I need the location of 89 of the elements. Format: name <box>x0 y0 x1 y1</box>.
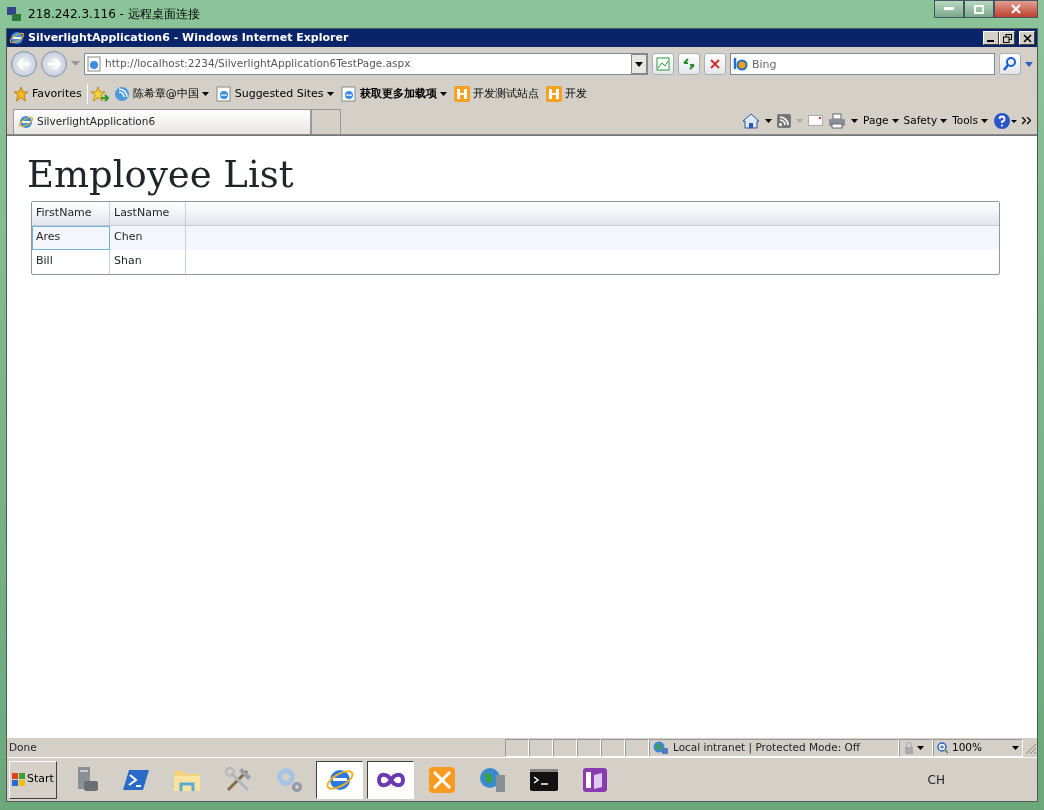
maximize-icon <box>974 4 984 14</box>
home-icon[interactable] <box>742 112 761 129</box>
search-box[interactable]: Bing <box>730 53 995 75</box>
minimize-icon <box>944 7 954 11</box>
command-menu-button[interactable]: Page <box>863 112 899 129</box>
dropdown-arrow-icon <box>891 118 899 123</box>
favorites-bar-link[interactable]: 获取更多加载项 <box>338 84 449 104</box>
column-header[interactable]: LastName <box>110 201 186 225</box>
maximize-button[interactable] <box>964 0 994 18</box>
ie-page-icon <box>215 86 232 102</box>
ie-logo-icon <box>9 30 25 46</box>
back-button[interactable] <box>11 51 37 77</box>
taskbar-app-button[interactable] <box>316 760 363 799</box>
taskbar-app-button[interactable] <box>367 760 414 799</box>
status-bar-pane <box>505 738 529 757</box>
close-icon <box>1011 4 1021 14</box>
globe-icon <box>653 740 669 755</box>
ie-page-icon <box>340 86 357 102</box>
status-bar-pane <box>553 738 577 757</box>
favorites-bar-link[interactable]: Suggested Sites <box>213 84 336 104</box>
refresh-icon <box>682 57 696 71</box>
dropdown-arrow-icon <box>1012 745 1019 750</box>
favorites-button[interactable]: Favorites <box>11 84 84 104</box>
security-zone-text: Local intranet | Protected Mode: Off <box>673 739 860 756</box>
windows-logo-icon <box>12 773 26 786</box>
table-cell: Bill <box>32 249 110 274</box>
tools-icon <box>426 764 457 795</box>
dropdown-arrow-icon <box>940 118 948 123</box>
page-icon <box>87 56 101 72</box>
restore-button[interactable] <box>999 31 1015 45</box>
dropdown-arrow-icon[interactable] <box>851 118 859 123</box>
bing-logo-icon <box>733 57 749 71</box>
table-cell: Shan <box>110 249 186 274</box>
ie-logo-icon <box>18 114 34 130</box>
dropdown-arrow-icon <box>326 92 334 96</box>
address-dropdown-button[interactable] <box>631 54 647 74</box>
close-button[interactable] <box>994 0 1038 18</box>
dropdown-arrow-icon <box>201 92 209 96</box>
chart-page-icon <box>656 57 670 71</box>
restore-icon <box>1002 33 1012 43</box>
browser-tab[interactable]: SilverlightApplication6 <box>13 109 311 134</box>
help-icon[interactable] <box>993 111 1017 130</box>
stop-icon <box>709 58 721 70</box>
minimize-button[interactable] <box>934 0 964 18</box>
forward-button[interactable] <box>41 51 67 77</box>
search-icon <box>1003 57 1017 71</box>
status-text: Done <box>8 739 38 755</box>
window-title: 218.242.3.116 - 远程桌面连接 <box>28 6 200 23</box>
dropdown-arrow-icon[interactable] <box>765 118 773 123</box>
back-arrow-icon <box>17 58 31 70</box>
stop-button[interactable] <box>704 53 726 75</box>
table-row[interactable]: Ares Chen <box>32 225 999 250</box>
favorites-bar-link[interactable]: 陈希章@中国 <box>111 84 211 104</box>
table-row[interactable]: Bill Shan <box>32 249 999 274</box>
command-menu-button[interactable]: Safety <box>903 112 948 129</box>
status-bar-pane <box>529 738 553 757</box>
favorites-bar-link[interactable]: 开发测试站点 <box>451 84 541 104</box>
dropdown-arrow-icon <box>981 118 988 123</box>
page-title: Employee List <box>27 154 295 197</box>
language-indicator[interactable]: CH <box>927 770 945 789</box>
close-icon <box>1022 33 1032 43</box>
rss-feed-icon[interactable] <box>777 113 792 128</box>
print-icon[interactable] <box>828 112 847 129</box>
compatibility-view-button[interactable] <box>652 53 674 75</box>
mail-icon[interactable] <box>808 115 824 126</box>
command-menu-button[interactable]: Tools <box>952 112 988 129</box>
dropdown-arrow-icon[interactable] <box>917 745 924 750</box>
chevron-icon[interactable] <box>1022 116 1031 125</box>
window-title: SilverlightApplication6 - Windows Internet Explorer <box>28 29 349 46</box>
add-favorite-icon[interactable] <box>90 86 109 102</box>
start-button[interactable]: Start <box>9 760 57 799</box>
feed-icon <box>113 86 130 102</box>
favorites-bar-link[interactable]: 开发 <box>543 84 589 104</box>
dropdown-arrow-icon <box>635 61 643 67</box>
remote-desktop-icon <box>6 6 22 22</box>
dropdown-arrow-icon <box>439 92 447 96</box>
zoom-button[interactable]: 100% <box>933 738 1023 757</box>
refresh-button[interactable] <box>678 53 700 75</box>
star-icon <box>13 86 29 102</box>
magnifier-icon <box>937 741 949 754</box>
status-bar-pane <box>601 738 625 757</box>
status-bar-pane <box>577 738 601 757</box>
app-icon <box>545 86 562 102</box>
column-header[interactable]: FirstName <box>32 201 110 225</box>
forward-arrow-icon <box>47 58 61 70</box>
search-button[interactable] <box>999 53 1021 75</box>
app-icon <box>453 86 470 102</box>
table-cell: Chen <box>110 225 186 250</box>
table-cell: Ares <box>32 225 110 250</box>
